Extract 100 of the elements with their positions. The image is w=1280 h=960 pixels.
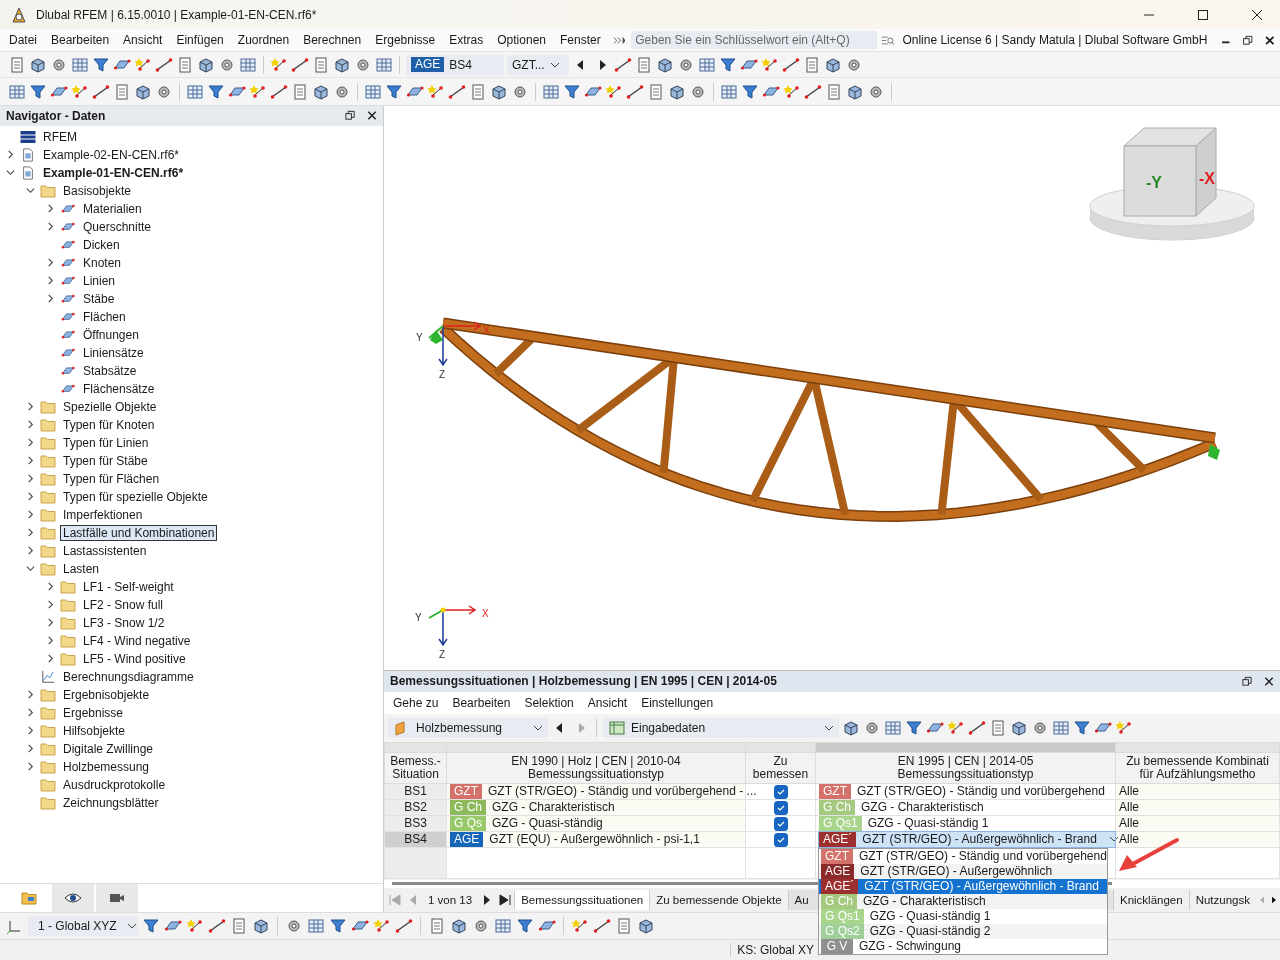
expand-caret-icon[interactable] bbox=[25, 420, 35, 430]
tree-item[interactable]: Ergebnisse bbox=[60, 704, 127, 721]
expand-caret-icon[interactable] bbox=[25, 402, 35, 412]
expand-caret-icon[interactable] bbox=[25, 510, 35, 520]
expand-caret-icon[interactable] bbox=[25, 456, 35, 466]
dropdown-option[interactable]: G V GZG - Schwingung bbox=[819, 938, 1107, 954]
tree-item[interactable]: Spezielle Objekte bbox=[60, 398, 160, 415]
expand-caret-icon[interactable] bbox=[25, 438, 35, 448]
tree-item[interactable]: Typen für Knoten bbox=[60, 416, 158, 433]
cube-icon[interactable] bbox=[637, 917, 655, 936]
tree-item[interactable]: Basisobjekte bbox=[60, 182, 135, 199]
situation-type-dropdown[interactable]: AGE´ GZT (STR/GEO) - Außergewöhnlich - Brand bbox=[819, 831, 1115, 847]
menu-item[interactable]: Ansicht bbox=[116, 33, 170, 48]
expand-caret-icon[interactable] bbox=[45, 204, 55, 214]
tree-item[interactable]: Linien bbox=[80, 272, 119, 289]
tree-item[interactable]: Flächensätze bbox=[80, 380, 158, 397]
combination-combo[interactable]: GZT... bbox=[507, 54, 569, 75]
expand-caret-icon[interactable] bbox=[25, 474, 35, 484]
tree-item[interactable]: Hilfsobjekte bbox=[60, 722, 129, 739]
menu-item[interactable]: Extras bbox=[442, 33, 491, 48]
tree-item[interactable]: Stäbe bbox=[80, 290, 118, 307]
coordinate-system-combo[interactable]: 1 - Global XYZ bbox=[28, 916, 138, 937]
situation-combo[interactable]: AGE BS4 bbox=[406, 54, 504, 75]
dropdown-option[interactable]: G Qs2 GZG - Quasi-ständig 2 bbox=[819, 923, 1107, 939]
tree-item[interactable]: Typen für spezielle Objekte bbox=[60, 488, 211, 505]
close-icon[interactable] bbox=[1262, 34, 1277, 46]
expand-caret-icon[interactable] bbox=[45, 276, 55, 286]
tree-item[interactable]: Typen für Linien bbox=[60, 434, 152, 451]
expand-caret-icon[interactable] bbox=[5, 150, 15, 160]
checkbox[interactable] bbox=[773, 800, 788, 815]
tree-item[interactable]: Lasten bbox=[60, 560, 103, 577]
expand-caret-icon[interactable] bbox=[25, 546, 35, 556]
close-icon[interactable] bbox=[365, 110, 379, 122]
restore-icon[interactable] bbox=[1240, 34, 1255, 46]
tree-item[interactable]: Knoten bbox=[80, 254, 125, 271]
menu-item[interactable]: Bearbeiten bbox=[44, 33, 117, 48]
tree-item[interactable]: Digitale Zwillinge bbox=[60, 740, 157, 757]
tree-item[interactable]: LF3 - Snow 1/2 bbox=[80, 614, 168, 631]
tree-item[interactable]: Typen für Stäbe bbox=[60, 452, 151, 469]
tree-item[interactable]: Lastfälle und Kombinationen bbox=[60, 524, 218, 541]
restore-icon[interactable] bbox=[343, 110, 357, 122]
tree-item[interactable]: Example-02-EN-CEN.rf6* bbox=[40, 146, 183, 163]
tree-item[interactable]: Liniensätze bbox=[80, 344, 147, 361]
tree-item[interactable]: Example-01-EN-CEN.rf6* bbox=[40, 164, 187, 181]
tree-item[interactable]: LF5 - Wind positive bbox=[80, 650, 189, 667]
menu-item[interactable]: Berechnen bbox=[296, 33, 369, 48]
menu-item[interactable]: Ergebnisse bbox=[368, 33, 443, 48]
close-icon[interactable] bbox=[1262, 675, 1276, 687]
expand-caret-icon[interactable] bbox=[45, 600, 55, 610]
menu-item[interactable]: Datei bbox=[2, 33, 44, 48]
dropdown-option[interactable]: G Qs1 GZG - Quasi-ständig 1 bbox=[819, 908, 1107, 924]
navigator-tab[interactable] bbox=[96, 883, 138, 912]
tree-item[interactable]: Ausdruckprotokolle bbox=[60, 776, 169, 793]
expand-caret-icon[interactable] bbox=[5, 168, 15, 178]
checkbox[interactable] bbox=[773, 816, 788, 831]
checkbox[interactable] bbox=[773, 784, 788, 799]
cube-icon[interactable] bbox=[252, 917, 270, 936]
menu-item[interactable]: Einstellungen bbox=[634, 695, 721, 710]
expand-caret-icon[interactable] bbox=[45, 294, 55, 304]
tree-item[interactable]: Flächen bbox=[80, 308, 129, 325]
expand-caret-icon[interactable] bbox=[25, 708, 35, 718]
menu-item[interactable]: Einfügen bbox=[169, 33, 231, 48]
menu-item[interactable]: Zuordnen bbox=[230, 33, 297, 48]
tree-item[interactable]: Typen für Flächen bbox=[60, 470, 163, 487]
tree-item[interactable]: RFEM bbox=[40, 128, 80, 145]
tree-item[interactable]: LF2 - Snow full bbox=[80, 596, 167, 613]
expand-caret-icon[interactable] bbox=[25, 762, 35, 772]
menu-item[interactable]: Selektion bbox=[517, 695, 581, 710]
expand-caret-icon[interactable] bbox=[45, 222, 55, 232]
menu-item[interactable]: Optionen bbox=[490, 33, 553, 48]
menu-item[interactable]: Fenster bbox=[553, 33, 608, 48]
tree-item[interactable]: Imperfektionen bbox=[60, 506, 146, 523]
tree-item[interactable]: LF4 - Wind negative bbox=[80, 632, 194, 649]
expand-caret-icon[interactable] bbox=[45, 258, 55, 268]
expand-caret-icon[interactable] bbox=[25, 726, 35, 736]
tree-item[interactable]: LF1 - Self-weight bbox=[80, 578, 177, 595]
navigator-tab[interactable] bbox=[52, 883, 94, 912]
tree-item[interactable]: Berechnungsdiagramme bbox=[60, 668, 197, 685]
expand-caret-icon[interactable] bbox=[25, 186, 35, 196]
dropdown-option[interactable]: AGE GZT (STR/GEO) - Außergewöhnlich bbox=[819, 863, 1107, 879]
sheet-tab[interactable]: Bemessungssituationen bbox=[514, 889, 650, 910]
tree-item[interactable]: Öffnungen bbox=[80, 326, 142, 343]
tree-item[interactable]: Ergebnisobjekte bbox=[60, 686, 153, 703]
menu-item[interactable]: Ansicht bbox=[580, 695, 635, 710]
maximize-icon[interactable] bbox=[1197, 8, 1209, 21]
cube-icon[interactable] bbox=[450, 917, 468, 936]
tree-item[interactable]: Holzbemessung bbox=[60, 758, 153, 775]
expand-caret-icon[interactable] bbox=[45, 654, 55, 664]
tree-item[interactable]: Querschnitte bbox=[80, 218, 155, 235]
menu-item[interactable]: Gehe zu bbox=[386, 695, 446, 710]
expand-caret-icon[interactable] bbox=[45, 582, 55, 592]
tree-item[interactable]: Materialien bbox=[80, 200, 145, 217]
dropdown-option[interactable]: GZT GZT (STR/GEO) - Ständig und vorübergehend bbox=[819, 848, 1107, 864]
expand-caret-icon[interactable] bbox=[25, 744, 35, 754]
search-options-icon[interactable] bbox=[880, 34, 895, 46]
restore-icon[interactable] bbox=[1240, 675, 1254, 687]
expand-caret-icon[interactable] bbox=[45, 636, 55, 646]
tree-item[interactable]: Stabsätze bbox=[80, 362, 140, 379]
expand-caret-icon[interactable] bbox=[25, 690, 35, 700]
expand-caret-icon[interactable] bbox=[25, 492, 35, 502]
